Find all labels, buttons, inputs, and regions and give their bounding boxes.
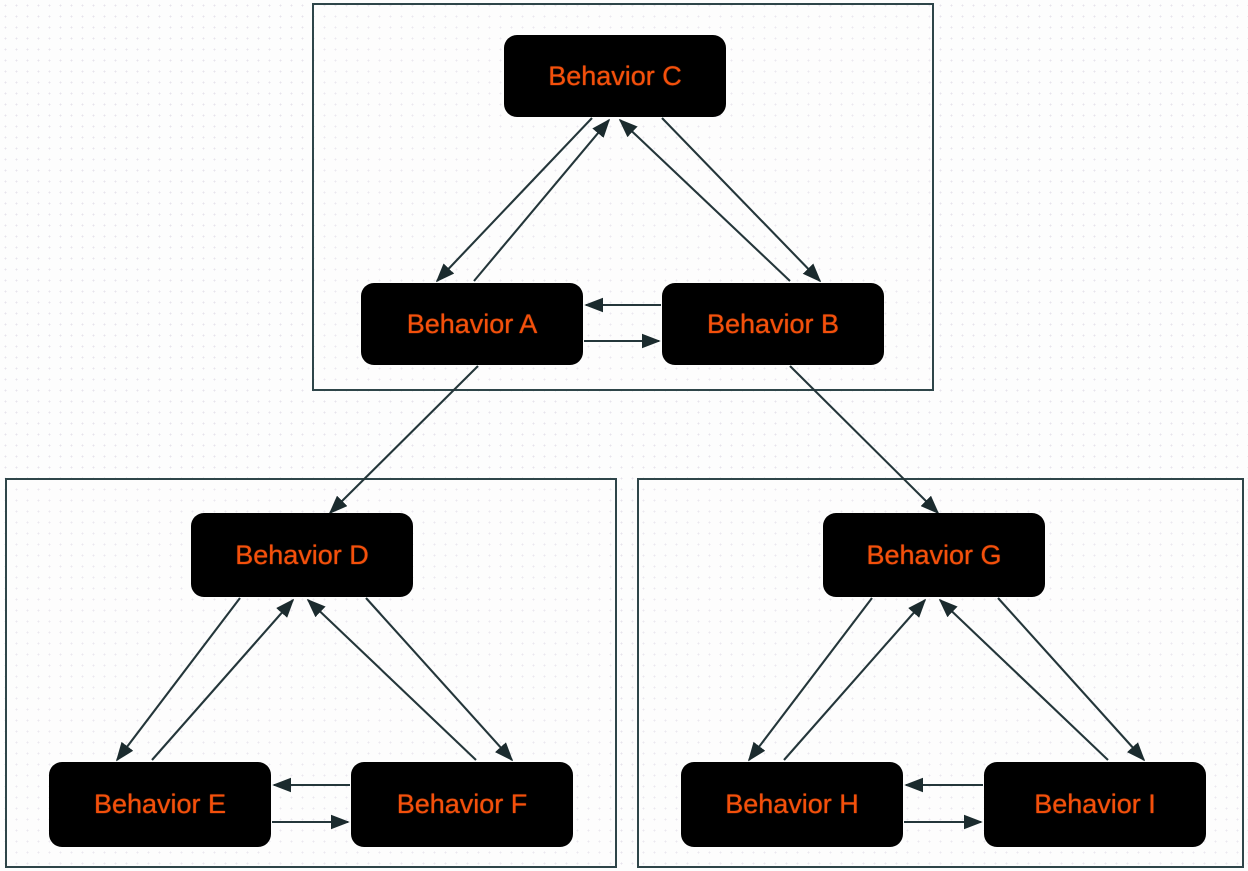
node-behavior-i[interactable]: Behavior I xyxy=(985,763,1205,846)
node-label: Behavior F xyxy=(396,789,528,819)
node-label: Behavior H xyxy=(725,789,859,819)
node-behavior-c[interactable]: Behavior C xyxy=(505,36,725,116)
node-behavior-g[interactable]: Behavior G xyxy=(824,514,1044,596)
diagram-canvas: Behavior C Behavior A Behavior B Behavior D… xyxy=(0,0,1248,871)
node-behavior-d[interactable]: Behavior D xyxy=(192,514,412,596)
node-behavior-h[interactable]: Behavior H xyxy=(682,763,902,846)
node-behavior-b[interactable]: Behavior B xyxy=(663,284,883,364)
node-label: Behavior E xyxy=(93,789,227,819)
node-label: Behavior C xyxy=(548,60,682,91)
node-label: Behavior B xyxy=(706,308,840,339)
node-behavior-e[interactable]: Behavior E xyxy=(50,763,270,846)
node-label: Behavior G xyxy=(866,539,1002,570)
node-behavior-a[interactable]: Behavior A xyxy=(362,284,582,364)
node-label: Behavior A xyxy=(406,308,538,339)
node-behavior-f[interactable]: Behavior F xyxy=(352,763,572,846)
node-label: Behavior D xyxy=(235,539,369,570)
node-label: Behavior I xyxy=(1034,789,1156,819)
